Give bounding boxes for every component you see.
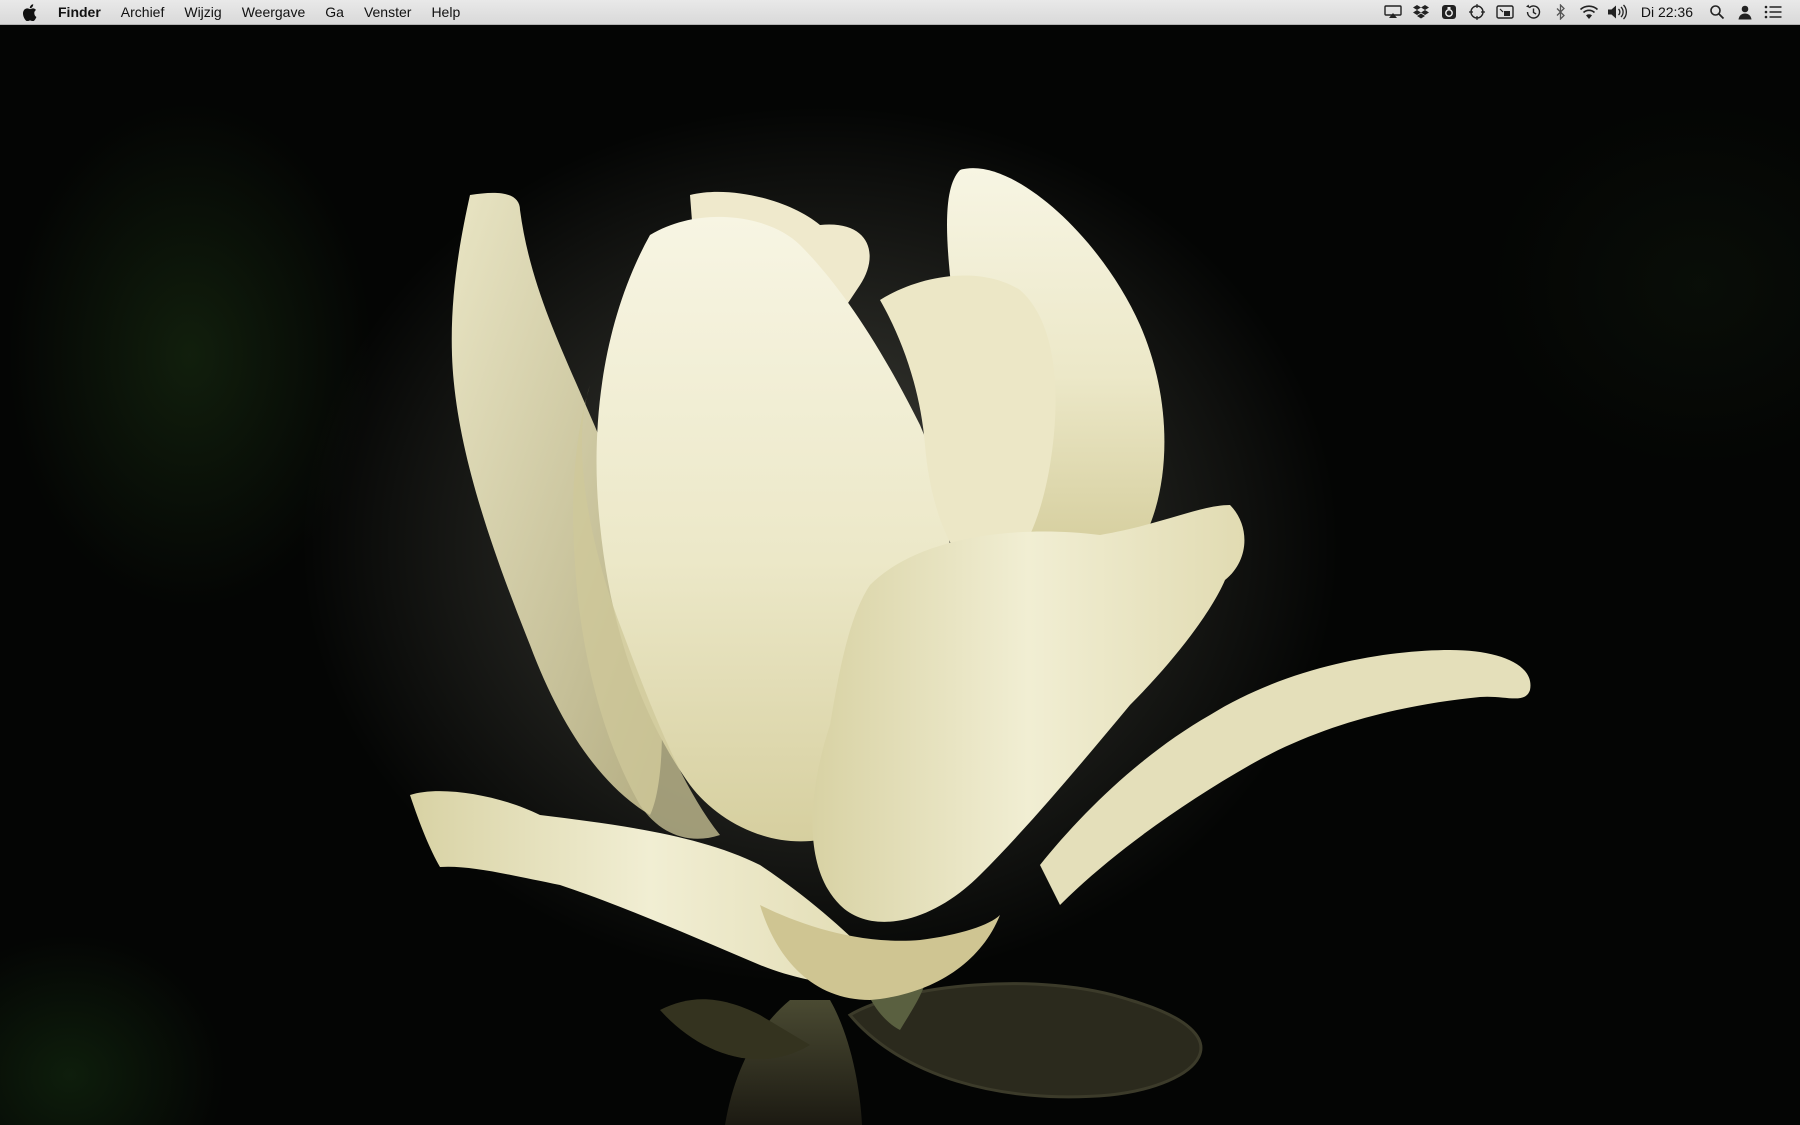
magnolia-flower-image xyxy=(300,105,1531,1125)
wifi-icon[interactable] xyxy=(1578,0,1600,24)
apple-logo-icon[interactable] xyxy=(20,2,38,22)
sync-circle-icon[interactable] xyxy=(1466,0,1488,24)
menu-ga[interactable]: Ga xyxy=(315,0,354,24)
desktop-wallpaper[interactable] xyxy=(0,25,1800,1125)
screen-capture-icon[interactable] xyxy=(1494,0,1516,24)
volume-icon[interactable] xyxy=(1606,0,1628,24)
clock[interactable]: Di 22:36 xyxy=(1631,0,1703,24)
menu-finder[interactable]: Finder xyxy=(54,0,111,24)
menu-bar: Finder Archief Wijzig Weergave Ga Venste… xyxy=(0,0,1800,25)
desktop-screen: Finder Archief Wijzig Weergave Ga Venste… xyxy=(0,0,1800,1125)
menu-weergave[interactable]: Weergave xyxy=(232,0,316,24)
menu-help[interactable]: Help xyxy=(421,0,470,24)
notification-center-icon[interactable] xyxy=(1762,0,1784,24)
app-status-icon[interactable] xyxy=(1438,0,1460,24)
airplay-icon[interactable] xyxy=(1382,0,1404,24)
spotlight-search-icon[interactable] xyxy=(1706,0,1728,24)
bluetooth-icon[interactable] xyxy=(1550,0,1572,24)
dropbox-icon[interactable] xyxy=(1410,0,1432,24)
menu-venster[interactable]: Venster xyxy=(354,0,421,24)
user-account-icon[interactable] xyxy=(1734,0,1756,24)
menu-bar-right: Di 22:36 xyxy=(1379,0,1800,24)
menu-archief[interactable]: Archief xyxy=(111,0,175,24)
menu-wijzig[interactable]: Wijzig xyxy=(174,0,231,24)
time-machine-icon[interactable] xyxy=(1522,0,1544,24)
menu-bar-left: Finder Archief Wijzig Weergave Ga Venste… xyxy=(0,0,470,24)
